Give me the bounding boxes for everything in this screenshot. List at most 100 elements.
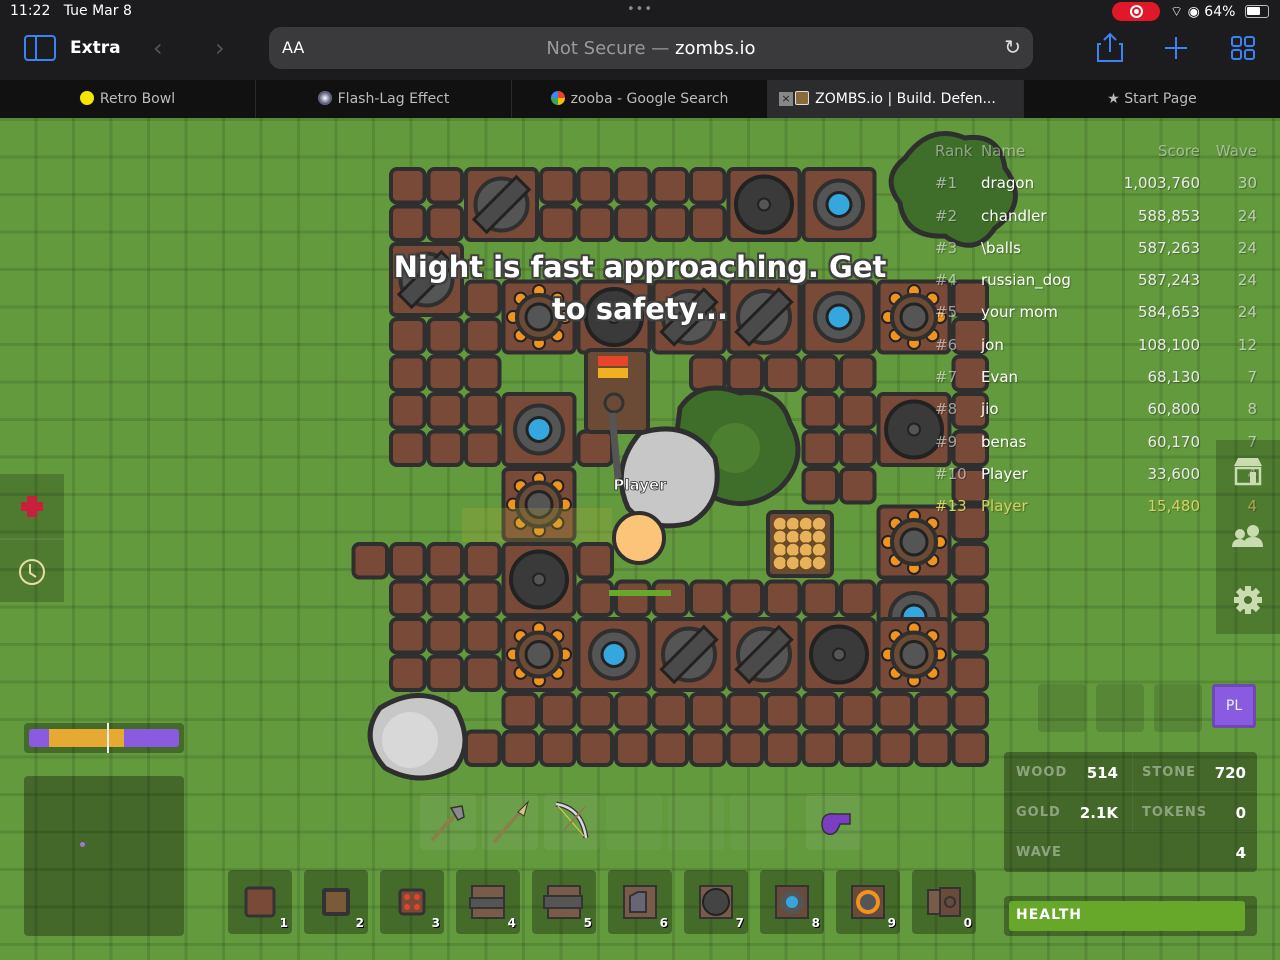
wall — [914, 729, 952, 767]
back-button[interactable]: ‹ — [153, 34, 163, 62]
leaderboard-wave: 24 — [1237, 206, 1257, 225]
tokens-value: 0 — [1235, 804, 1246, 822]
settings-button[interactable] — [1216, 568, 1280, 632]
wall — [726, 729, 764, 767]
gold-coin — [772, 542, 788, 558]
battery-icon — [1245, 5, 1269, 18]
hotkey-label: 2 — [355, 916, 364, 930]
forward-button[interactable]: › — [215, 34, 225, 62]
tool-slot-empty[interactable] — [668, 794, 724, 850]
build-slot-wall[interactable]: 1 — [228, 870, 292, 934]
party-member-self[interactable]: PL — [1212, 684, 1256, 728]
wall — [614, 729, 652, 767]
wall — [539, 167, 577, 205]
mine-core — [524, 640, 554, 669]
minimap[interactable] — [24, 776, 184, 936]
tab-retro-bowl[interactable]: Retro Bowl — [0, 80, 256, 118]
leaderboard-wave: 24 — [1237, 238, 1257, 257]
build-slot-bomb-tower[interactable]: 7 — [684, 870, 748, 934]
reload-icon[interactable]: ↻ — [1004, 35, 1021, 59]
build-slot-door[interactable]: 2 — [304, 870, 368, 934]
sidebar-toggle-icon[interactable] — [24, 35, 56, 61]
leaderboard-rank: #13 — [935, 497, 967, 516]
build-slot-mage-tower[interactable]: 8 — [760, 870, 824, 934]
leaderboard-score: 587,243 — [1137, 271, 1200, 290]
game-canvas[interactable]: Player Night is fast approaching. Get to… — [0, 118, 1280, 960]
tab-start-page[interactable]: ★ Start Page — [1024, 80, 1280, 118]
gold-coin — [772, 529, 788, 545]
tab-google-search[interactable]: zooba - Google Search — [512, 80, 768, 118]
gold-coin — [785, 555, 801, 571]
tool-slot-empty[interactable] — [606, 794, 662, 850]
tool-pickaxe[interactable] — [420, 794, 476, 850]
tab-overview-icon[interactable] — [1231, 36, 1255, 60]
close-tab-icon[interactable]: × — [779, 92, 793, 106]
bomb-core — [757, 197, 771, 212]
wall — [576, 204, 614, 242]
mage-orb — [600, 641, 628, 668]
wall — [464, 392, 502, 430]
leaderboard-score: 587,263 — [1137, 238, 1200, 257]
tab-zombs[interactable]: × ZOMBS.io | Build. Defen... — [768, 80, 1024, 118]
wall — [464, 654, 502, 692]
leaderboard-row: #7 Evan 68,130 7 — [930, 368, 1265, 400]
wall — [464, 579, 502, 617]
wall — [651, 204, 689, 242]
tool-bomb[interactable] — [806, 794, 862, 850]
screen-record-icon[interactable] — [1112, 2, 1160, 21]
build-slot-cannon-tower[interactable]: 5 — [532, 870, 596, 934]
address-bar[interactable]: AA Not Secure — zombs.io ↻ — [269, 27, 1033, 69]
pacman-icon — [79, 91, 94, 105]
leaderboard-row: #5 your mom 584,653 24 — [930, 303, 1265, 335]
wall — [689, 354, 727, 392]
party-member-slot[interactable] — [1038, 684, 1086, 732]
party-member-slot[interactable] — [1154, 684, 1202, 732]
shop-button[interactable] — [1216, 440, 1280, 504]
leaderboard-rank: #2 — [935, 206, 958, 225]
stone-label: STONE — [1142, 765, 1197, 780]
party-member-slot[interactable] — [1096, 684, 1144, 732]
new-tab-icon[interactable] — [1165, 37, 1187, 59]
multitask-dots[interactable]: ••• — [627, 2, 653, 17]
tool-slot-empty[interactable] — [730, 794, 786, 850]
leaderboard-score: 1,003,760 — [1123, 174, 1200, 193]
build-slot-melee-tower[interactable]: 6 — [608, 870, 672, 934]
tab-flash-lag[interactable]: Flash-Lag Effect — [256, 80, 512, 118]
wall — [839, 392, 877, 430]
share-icon[interactable] — [1097, 32, 1123, 62]
leaderboard-name: Player — [981, 464, 1028, 483]
health-potion-button[interactable] — [0, 474, 64, 538]
leaderboard-name: chandler — [981, 206, 1047, 225]
stone-highlight — [382, 712, 438, 768]
leaderboard: Rank Name Score Wave #1 dragon 1,003,760 30… — [930, 142, 1265, 530]
mine-core — [899, 527, 929, 557]
wall — [764, 729, 802, 767]
tool-spear[interactable] — [482, 794, 538, 850]
clock-button[interactable] — [0, 538, 64, 602]
hotkey-label: 1 — [279, 916, 288, 930]
wall — [426, 167, 464, 205]
tool-bow[interactable] — [544, 794, 600, 850]
wall — [426, 579, 464, 617]
build-slot-harvester[interactable]: 0 — [912, 870, 976, 934]
wall — [389, 167, 427, 205]
gold-coin — [785, 529, 801, 545]
gold-coin — [798, 516, 814, 532]
wall — [576, 167, 614, 205]
wall — [801, 354, 839, 392]
build-slot-slow-trap[interactable]: 3 — [380, 870, 444, 934]
gold-coin — [772, 555, 788, 571]
hotkey-label: 5 — [583, 916, 592, 930]
tab-group-name[interactable]: Extra — [70, 38, 121, 58]
minimap-player-dot — [80, 842, 85, 847]
tab-bar: Retro Bowl Flash-Lag Effect zooba - Goog… — [0, 80, 1280, 118]
wall — [426, 542, 464, 580]
gold-value: 2.1K — [1079, 804, 1118, 822]
build-slot-gold-mine[interactable]: 9 — [836, 870, 900, 934]
party-button[interactable] — [1216, 504, 1280, 568]
hotkey-label: 3 — [431, 916, 440, 930]
build-slot-arrow-tower[interactable]: 4 — [456, 870, 520, 934]
wall — [689, 167, 727, 205]
wall — [801, 467, 839, 505]
spear-icon — [492, 800, 530, 844]
